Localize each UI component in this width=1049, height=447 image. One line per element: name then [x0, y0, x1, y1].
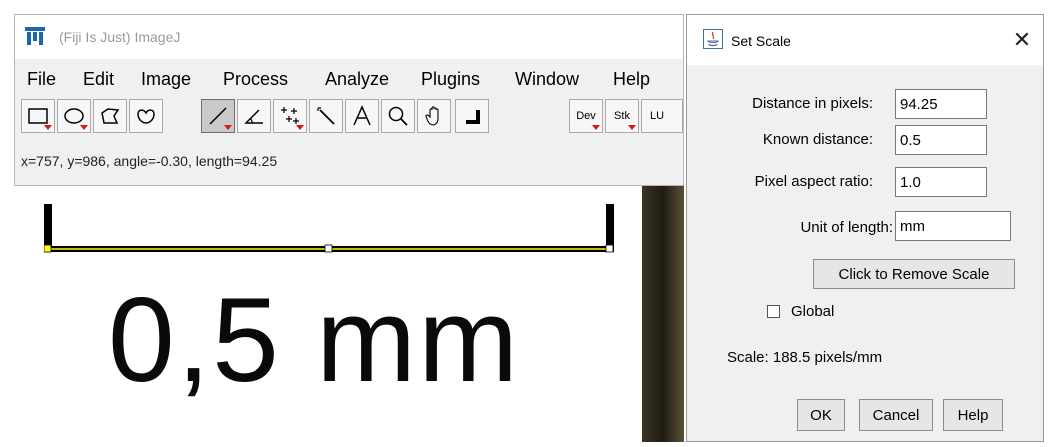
imagej-titlebar: (Fiji Is Just) ImageJ — [15, 15, 683, 59]
remove-scale-button[interactable]: Click to Remove Scale — [813, 259, 1015, 289]
dev-label: Dev — [576, 110, 596, 122]
global-checkbox[interactable] — [767, 305, 780, 318]
menu-file[interactable]: File — [27, 69, 56, 90]
magnifier-icon — [388, 106, 408, 126]
menu-window[interactable]: Window — [515, 69, 579, 90]
image-dark-edge — [642, 186, 684, 442]
rectangle-tool[interactable] — [21, 99, 55, 133]
status-bar: x=757, y=986, angle=-0.30, length=94.25 — [21, 153, 278, 169]
menu-process[interactable]: Process — [223, 69, 288, 90]
menu-edit[interactable]: Edit — [83, 69, 114, 90]
stk-tool[interactable]: Stk — [605, 99, 639, 133]
hand-tool[interactable] — [417, 99, 451, 133]
oval-tool[interactable] — [57, 99, 91, 133]
close-button[interactable]: ✕ — [1007, 25, 1037, 55]
stk-label: Stk — [614, 110, 630, 122]
menu-bar: File Edit Image Process Analyze Plugins … — [15, 65, 683, 95]
close-icon: ✕ — [1012, 27, 1032, 52]
selection-handle-start[interactable] — [44, 244, 52, 253]
freehand-icon — [137, 109, 155, 124]
scale-info-text: Scale: 188.5 pixels/mm — [727, 349, 883, 366]
tool-menu-arrow-icon — [44, 125, 52, 130]
fiji-logo-icon — [25, 27, 45, 45]
magnifier-tool[interactable] — [381, 99, 415, 133]
polygon-icon — [101, 108, 120, 124]
pixel-aspect-ratio-label: Pixel aspect ratio: — [754, 173, 873, 190]
image-scale-label: 0,5 mm — [108, 273, 521, 407]
known-distance-input[interactable] — [895, 125, 987, 155]
magic-wand-icon — [317, 107, 335, 125]
unit-of-length-label: Unit of length: — [800, 219, 893, 236]
tool-menu-arrow-icon — [592, 125, 600, 130]
dialog-titlebar: Set Scale ✕ — [687, 15, 1043, 65]
point-tool[interactable] — [273, 99, 307, 133]
straight-line-icon — [209, 107, 227, 125]
oval-icon — [64, 108, 84, 124]
tool-menu-arrow-icon — [224, 125, 232, 130]
angle-tool[interactable] — [237, 99, 271, 133]
tool-menu-arrow-icon — [296, 125, 304, 130]
ok-button[interactable]: OK — [797, 399, 845, 431]
scale-bar-with-line-selection — [44, 204, 614, 253]
selection-handle-middle[interactable] — [324, 244, 333, 253]
tool-menu-arrow-icon — [80, 125, 88, 130]
menu-analyze[interactable]: Analyze — [325, 69, 389, 90]
cancel-button[interactable]: Cancel — [859, 399, 933, 431]
menu-help[interactable]: Help — [613, 69, 650, 90]
imagej-main-window: (Fiji Is Just) ImageJ File Edit Image Pr… — [14, 14, 684, 186]
angle-icon — [244, 109, 263, 124]
rectangle-icon — [28, 108, 48, 124]
hand-icon — [425, 106, 439, 126]
multi-point-icon — [281, 107, 299, 124]
dialog-title: Set Scale — [731, 33, 791, 49]
text-icon — [353, 105, 371, 126]
polygon-tool[interactable] — [93, 99, 127, 133]
distance-label: Distance in pixels: — [752, 95, 873, 112]
lut-tool[interactable]: LU — [641, 99, 683, 133]
menu-image[interactable]: Image — [141, 69, 191, 90]
color-picker-tool[interactable] — [455, 99, 489, 133]
distance-in-pixels-input[interactable] — [895, 89, 987, 119]
color-picker-icon — [466, 110, 480, 124]
unit-of-length-input[interactable] — [895, 211, 1011, 241]
global-label: Global — [791, 303, 835, 320]
java-icon — [703, 29, 723, 49]
selection-handle-end[interactable] — [605, 244, 614, 253]
set-scale-dialog: Set Scale ✕ Distance in pixels: Known di… — [686, 14, 1044, 442]
toolbar: Dev Stk LU — [15, 97, 683, 137]
known-distance-label: Known distance: — [762, 131, 873, 148]
wand-tool[interactable] — [309, 99, 343, 133]
text-tool[interactable] — [345, 99, 379, 133]
dev-tool[interactable]: Dev — [569, 99, 603, 133]
menu-plugins[interactable]: Plugins — [421, 69, 480, 90]
help-button[interactable]: Help — [943, 399, 1003, 431]
freehand-tool[interactable] — [129, 99, 163, 133]
lut-label: LU — [650, 110, 665, 122]
image-canvas[interactable]: 0,5 mm — [14, 186, 684, 442]
window-title: (Fiji Is Just) ImageJ — [59, 29, 181, 45]
line-tool[interactable] — [201, 99, 235, 133]
tool-menu-arrow-icon — [628, 125, 636, 130]
pixel-aspect-ratio-input[interactable] — [895, 167, 987, 197]
